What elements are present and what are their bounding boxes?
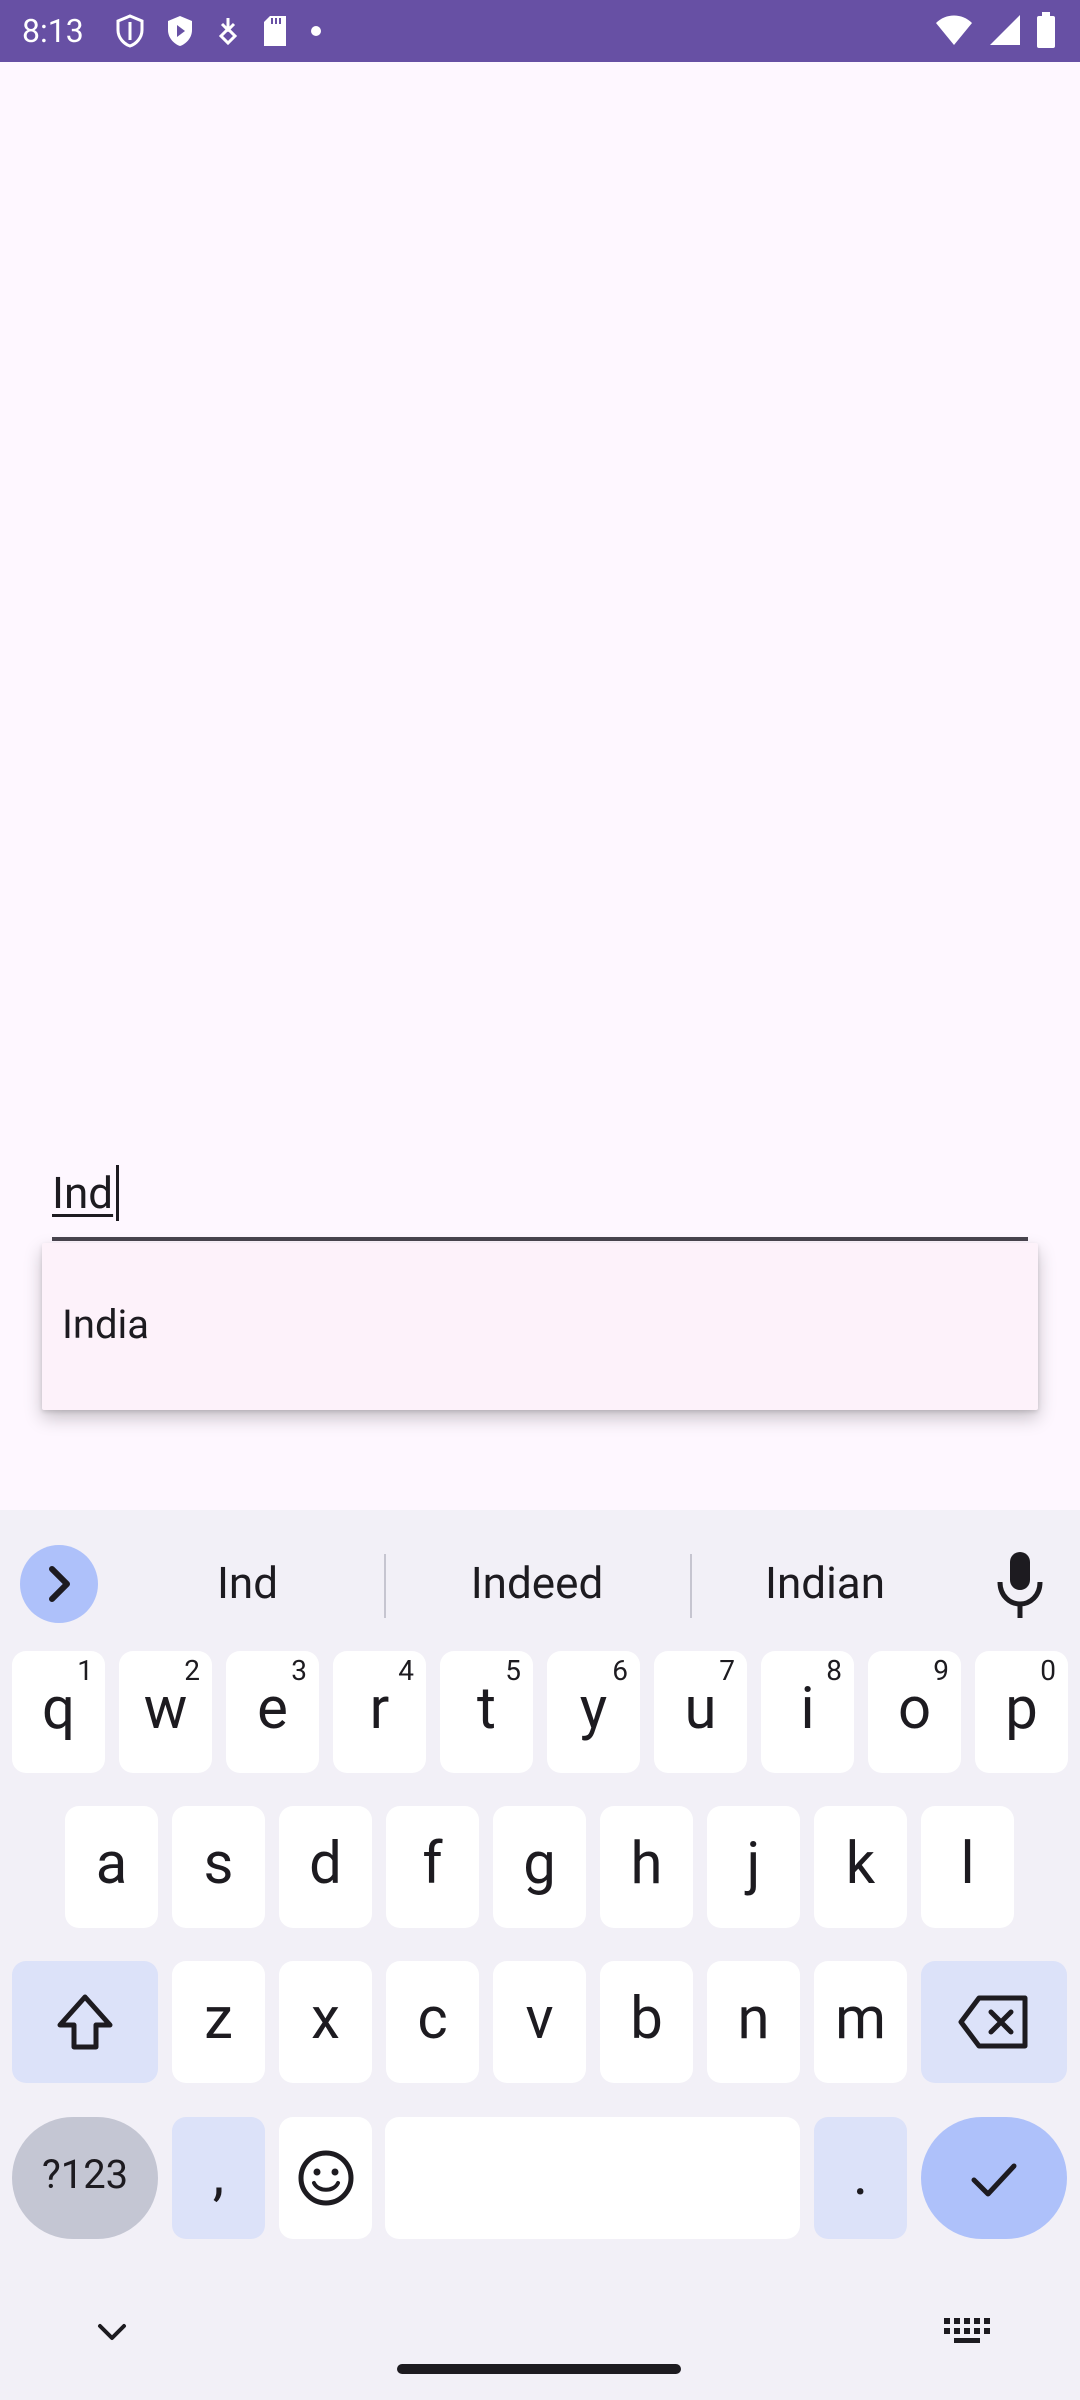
key-k[interactable]: k [814, 1806, 907, 1928]
key-label: i [800, 1675, 815, 1743]
navigation-bar [0, 2290, 1080, 2400]
backspace-icon [958, 1995, 1028, 2049]
sd-card-icon [264, 16, 286, 46]
suggestion-strip: Ind Indeed Indian [0, 1510, 1080, 1636]
key-z[interactable]: z [172, 1961, 265, 2083]
wifi-icon [936, 15, 972, 45]
emoji-key[interactable] [279, 2117, 372, 2239]
status-bar: 8:13 [0, 0, 1080, 62]
vpn-key-icon [218, 18, 238, 46]
key-j[interactable]: j [707, 1806, 800, 1928]
on-screen-keyboard: Ind Indeed Indian [0, 1510, 1080, 2400]
key-label: t [477, 1675, 496, 1743]
key-hint: 6 [612, 1654, 628, 1687]
suggestion-divider [690, 1554, 692, 1618]
gesture-handle[interactable] [397, 2364, 681, 2374]
key-hint: 8 [826, 1654, 842, 1687]
backspace-key[interactable] [921, 1961, 1067, 2083]
key-p[interactable]: p0 [975, 1651, 1068, 1773]
status-icons-right [934, 12, 1056, 48]
status-icons-left [115, 14, 323, 48]
period-key[interactable]: . [814, 2117, 907, 2239]
signal-icon [990, 15, 1020, 45]
key-c[interactable]: c [386, 1961, 479, 2083]
key-label: u [684, 1675, 717, 1743]
text-caret [116, 1165, 119, 1221]
key-u[interactable]: u7 [654, 1651, 747, 1773]
symbols-key[interactable]: ?123 [12, 2117, 158, 2239]
key-label: w [143, 1675, 188, 1743]
shift-icon [57, 1994, 113, 2050]
key-label: o [897, 1675, 932, 1743]
status-time: 8:13 [22, 12, 84, 50]
hide-keyboard-icon[interactable] [92, 2312, 132, 2352]
suggestion-1[interactable]: Ind [130, 1552, 365, 1614]
key-hint: 4 [398, 1654, 414, 1687]
field-value: Ind [52, 1167, 114, 1219]
key-f[interactable]: f [386, 1806, 479, 1928]
key-hint: 2 [184, 1654, 200, 1687]
key-e[interactable]: e3 [226, 1651, 319, 1773]
key-x[interactable]: x [279, 1961, 372, 2083]
shift-key[interactable] [12, 1961, 158, 2083]
key-label: r [369, 1675, 390, 1743]
key-label: p [1005, 1675, 1038, 1743]
key-v[interactable]: v [493, 1961, 586, 2083]
suggestion-2[interactable]: Indeed [392, 1552, 682, 1614]
key-d[interactable]: d [279, 1806, 372, 1928]
key-hint: 0 [1040, 1654, 1056, 1687]
key-b[interactable]: b [600, 1961, 693, 2083]
key-h[interactable]: h [600, 1806, 693, 1928]
key-q[interactable]: q1 [12, 1651, 105, 1773]
key-g[interactable]: g [493, 1806, 586, 1928]
expand-toolbar-button[interactable] [20, 1545, 98, 1623]
keyboard-switch-icon[interactable] [942, 2312, 992, 2352]
key-l[interactable]: l [921, 1806, 1014, 1928]
key-s[interactable]: s [172, 1806, 265, 1928]
key-hint: 9 [933, 1654, 949, 1687]
battery-icon [1037, 12, 1055, 48]
key-n[interactable]: n [707, 1961, 800, 2083]
key-r[interactable]: r4 [333, 1651, 426, 1773]
space-key[interactable] [385, 2117, 800, 2239]
key-w[interactable]: w2 [119, 1651, 212, 1773]
shield-icon [116, 14, 144, 48]
chevron-right-icon [49, 1566, 70, 1602]
dropdown-item-label: India [62, 1301, 150, 1348]
key-label: y [579, 1675, 608, 1743]
key-t[interactable]: t5 [440, 1651, 533, 1773]
key-a[interactable]: a [65, 1806, 158, 1928]
dot-icon [311, 26, 321, 36]
autocomplete-dropdown: India [42, 1243, 1038, 1410]
key-hint: 5 [505, 1654, 521, 1687]
key-label: q [42, 1675, 75, 1743]
key-label: e [257, 1675, 288, 1743]
comma-key[interactable]: , [172, 2117, 265, 2239]
key-hint: 3 [291, 1654, 307, 1687]
dropdown-item-india[interactable]: India [42, 1243, 1038, 1410]
suggestion-3[interactable]: Indian [700, 1552, 950, 1614]
play-shield-icon [168, 16, 192, 46]
check-icon [971, 2163, 1017, 2197]
key-o[interactable]: o9 [868, 1651, 961, 1773]
key-hint: 1 [77, 1654, 93, 1687]
microphone-icon[interactable] [990, 1548, 1050, 1624]
emoji-icon [298, 2150, 353, 2206]
key-hint: 7 [719, 1654, 735, 1687]
done-key[interactable] [921, 2117, 1067, 2239]
key-i[interactable]: i8 [761, 1651, 854, 1773]
country-search-field[interactable]: Ind [52, 1155, 1028, 1241]
suggestion-divider [384, 1554, 386, 1618]
key-y[interactable]: y6 [547, 1651, 640, 1773]
key-m[interactable]: m [814, 1961, 907, 2083]
